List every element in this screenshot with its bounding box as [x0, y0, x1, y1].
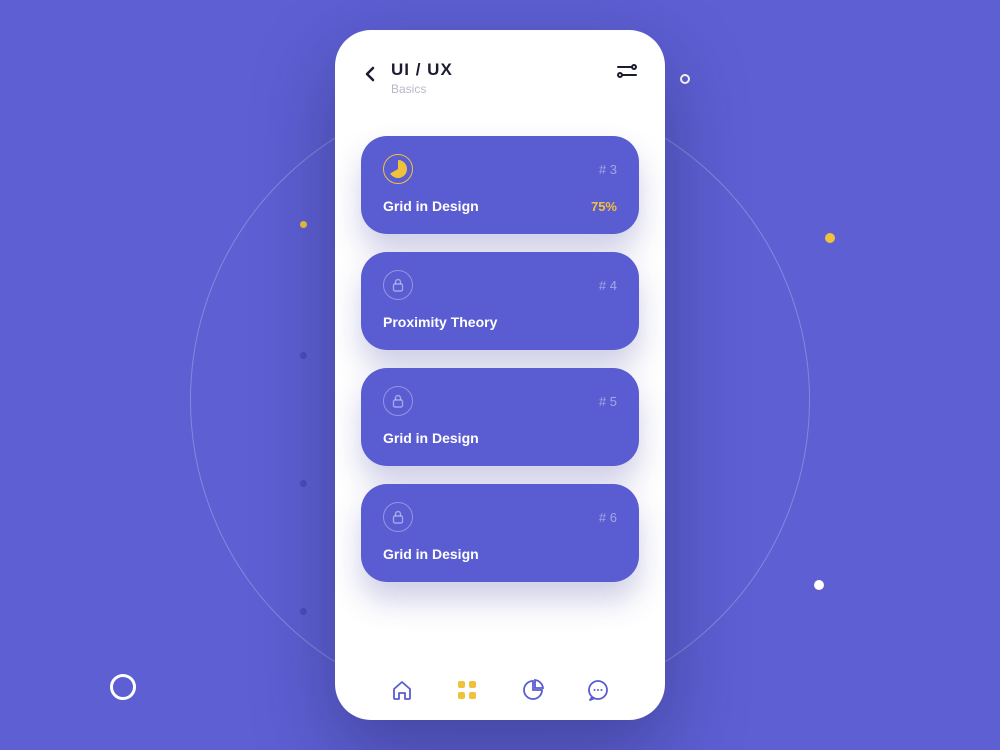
card-bottom: Grid in Design — [383, 430, 617, 446]
filter-button[interactable] — [617, 64, 637, 83]
nav-chat[interactable] — [586, 678, 610, 702]
lesson-title: Proximity Theory — [383, 314, 497, 330]
card-top: # 5 — [383, 386, 617, 416]
card-bottom: Grid in Design 75% — [383, 198, 617, 214]
timeline-dot — [300, 221, 307, 228]
nav-chart[interactable] — [521, 678, 545, 702]
page-subtitle: Basics — [391, 82, 453, 96]
timeline-dot — [300, 352, 307, 359]
page-title: UI / UX — [391, 60, 453, 80]
lesson-card[interactable]: # 5 Grid in Design — [361, 368, 639, 466]
home-icon — [391, 679, 413, 701]
card-top: # 6 — [383, 502, 617, 532]
lesson-card[interactable]: # 6 Grid in Design — [361, 484, 639, 582]
header-left: UI / UX Basics — [363, 60, 453, 96]
lesson-number: # 4 — [599, 278, 617, 293]
bottom-nav — [359, 664, 641, 702]
lesson-card[interactable]: # 3 Grid in Design 75% — [361, 136, 639, 234]
lesson-card[interactable]: # 4 Proximity Theory — [361, 252, 639, 350]
header: UI / UX Basics — [359, 56, 641, 96]
pie-chart-icon — [522, 679, 544, 701]
lesson-number: # 6 — [599, 510, 617, 525]
chat-icon — [587, 679, 609, 701]
lesson-number: # 5 — [599, 394, 617, 409]
lesson-title: Grid in Design — [383, 546, 479, 562]
bg-dot-decoration — [814, 580, 824, 590]
lock-icon — [383, 386, 413, 416]
bg-dot-decoration — [825, 233, 835, 243]
lesson-title: Grid in Design — [383, 430, 479, 446]
timeline-dot — [300, 608, 307, 615]
lock-icon — [383, 270, 413, 300]
lesson-progress: 75% — [591, 199, 617, 214]
timeline-dot — [300, 480, 307, 487]
card-top: # 3 — [383, 154, 617, 184]
phone-frame: UI / UX Basics # 3 — [335, 30, 665, 720]
lesson-list: # 3 Grid in Design 75% # 4 Proximity The… — [359, 136, 641, 664]
grid-icon — [457, 680, 477, 700]
sliders-icon — [617, 64, 637, 78]
lock-icon — [383, 502, 413, 532]
progress-pie-icon — [383, 154, 413, 184]
back-button[interactable] — [363, 64, 377, 84]
title-block: UI / UX Basics — [391, 60, 453, 96]
card-bottom: Proximity Theory — [383, 314, 617, 330]
nav-home[interactable] — [390, 678, 414, 702]
card-top: # 4 — [383, 270, 617, 300]
nav-grid[interactable] — [455, 678, 479, 702]
bg-dot-ring-decoration — [680, 74, 690, 84]
card-bottom: Grid in Design — [383, 546, 617, 562]
chevron-left-icon — [365, 66, 375, 82]
bg-dot-ring-decoration — [110, 674, 136, 700]
lesson-number: # 3 — [599, 162, 617, 177]
lesson-title: Grid in Design — [383, 198, 479, 214]
